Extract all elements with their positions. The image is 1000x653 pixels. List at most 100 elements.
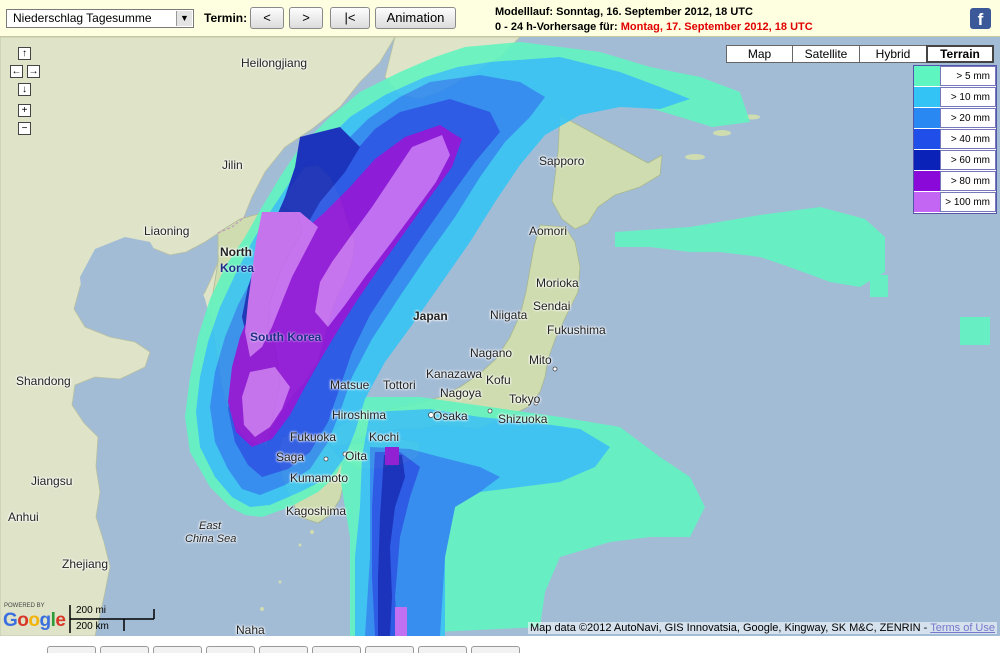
legend-label: > 10 mm (940, 87, 996, 107)
legend-row: > 20 mm (914, 108, 996, 129)
pan-down-button[interactable]: ↓ (18, 83, 31, 96)
scale-miles: 200 mi (76, 605, 107, 616)
legend-row: > 5 mm (914, 66, 996, 87)
label-japan: Japan (413, 309, 448, 323)
forecast-line: 0 - 24 h-Vorhersage für: Montag, 17. Sep… (495, 20, 813, 35)
map-type-switcher: Map Satellite Hybrid Terrain (726, 45, 994, 63)
precip-100mm-4 (395, 607, 407, 636)
pan-up-button[interactable]: ↑ (18, 47, 31, 60)
label-tokyo: Tokyo (509, 392, 541, 406)
first-button[interactable]: |< (330, 7, 370, 29)
label-matsue: Matsue (330, 378, 370, 392)
pan-right-button[interactable]: → (27, 65, 40, 78)
bottom-bar (0, 636, 1000, 653)
map-type-terrain[interactable]: Terrain (926, 45, 994, 63)
precip-5mm-patch-2 (870, 275, 888, 297)
label-nagoya: Nagoya (440, 386, 482, 400)
label-oita: Oita (345, 449, 368, 463)
bottom-tab[interactable] (47, 646, 96, 653)
map-canvas[interactable]: Heilongjiang Jilin Liaoning North Korea … (0, 37, 1000, 636)
label-north: North (220, 245, 252, 259)
map-type-satellite[interactable]: Satellite (792, 45, 860, 63)
map-type-hybrid[interactable]: Hybrid (859, 45, 927, 63)
scale-bar: 200 mi 200 km (68, 605, 155, 633)
label-east: East (199, 520, 222, 532)
previous-button[interactable]: < (250, 7, 284, 29)
label-kanazawa: Kanazawa (426, 367, 483, 381)
powered-by-text: POWERED BY (4, 603, 45, 609)
label-sapporo: Sapporo (539, 154, 585, 168)
label-kochi: Kochi (369, 430, 400, 444)
animation-button[interactable]: Animation (375, 7, 456, 29)
facebook-icon[interactable]: f (970, 8, 991, 29)
legend-label: > 100 mm (940, 192, 996, 212)
map-type-map[interactable]: Map (726, 45, 793, 63)
label-shandong: Shandong (16, 374, 71, 388)
bottom-tab[interactable] (471, 646, 520, 653)
forecast-prefix: 0 - 24 h-Vorhersage für: (495, 21, 618, 33)
label-zhejiang: Zhejiang (62, 557, 109, 571)
precip-5mm-patch (960, 317, 990, 345)
label-anhui: Anhui (8, 510, 39, 524)
legend-swatch (914, 87, 940, 107)
legend-swatch (914, 150, 940, 170)
label-morioka: Morioka (536, 276, 579, 290)
label-liaoning: Liaoning (144, 224, 190, 238)
forecast-date: Montag, 17. September 2012, 18 UTC (620, 21, 813, 33)
product-select[interactable]: Niederschlag Tagesumme ▼ (6, 9, 194, 28)
label-china-sea: China Sea (185, 533, 237, 545)
google-logo[interactable]: Google (3, 610, 66, 632)
pan-left-button[interactable]: ← (10, 65, 23, 78)
terms-of-use-link[interactable]: Terms of Use (930, 622, 995, 634)
legend-row: > 100 mm (914, 192, 996, 213)
bottom-tab[interactable] (418, 646, 467, 653)
bottom-tab[interactable] (365, 646, 414, 653)
label-saga: Saga (276, 450, 305, 464)
termin-label: Termin: (204, 11, 248, 25)
legend-swatch (914, 129, 940, 149)
zoom-in-button[interactable]: + (18, 104, 31, 117)
label-heilongjiang: Heilongjiang (241, 56, 308, 70)
chevron-down-icon[interactable]: ▼ (176, 11, 192, 26)
label-korea: Korea (220, 261, 255, 275)
legend-label: > 60 mm (940, 150, 996, 170)
next-button[interactable]: > (289, 7, 323, 29)
bottom-tab[interactable] (312, 646, 361, 653)
modelllauf-text: Modelllauf: Sonntag, 16. September 2012,… (495, 6, 753, 18)
label-tottori: Tottori (383, 378, 416, 392)
legend-swatch (914, 66, 940, 86)
label-fukushima: Fukushima (547, 323, 606, 337)
legend-swatch (914, 192, 940, 212)
label-mito: Mito (529, 353, 552, 367)
label-sendai: Sendai (533, 299, 571, 313)
label-fukuoka: Fukuoka (290, 430, 337, 444)
label-jilin: Jilin (222, 158, 243, 172)
precip-80mm-2 (385, 447, 399, 465)
run-info: Modelllauf: Sonntag, 16. September 2012,… (495, 5, 813, 35)
scale-km: 200 km (76, 621, 109, 632)
bottom-tab[interactable] (206, 646, 255, 653)
legend-label: > 40 mm (940, 129, 996, 149)
label-shizuoka: Shizuoka (498, 412, 548, 426)
legend-swatch (914, 171, 940, 191)
label-south-korea: South Korea (250, 330, 322, 344)
precipitation-legend: > 5 mm > 10 mm > 20 mm > 40 mm > 60 mm > 80 m… (913, 65, 997, 214)
label-osaka: Osaka (433, 409, 468, 423)
legend-label: > 80 mm (940, 171, 996, 191)
label-nagano: Nagano (470, 346, 513, 360)
zoom-out-button[interactable]: − (18, 122, 31, 135)
label-naha: Naha (236, 623, 265, 636)
label-kumamoto: Kumamoto (290, 471, 349, 485)
bottom-tab[interactable] (153, 646, 202, 653)
legend-label: > 20 mm (940, 108, 996, 128)
bottom-tab[interactable] (100, 646, 149, 653)
legend-row: > 40 mm (914, 129, 996, 150)
attribution-text: Map data ©2012 AutoNavi, GIS Innovatsia,… (529, 622, 928, 634)
label-jiangsu: Jiangsu (31, 474, 73, 488)
map-attribution: Map data ©2012 AutoNavi, GIS Innovatsia,… (527, 622, 997, 634)
label-kofu: Kofu (486, 373, 511, 387)
label-kagoshima: Kagoshima (286, 504, 347, 518)
legend-swatch (914, 108, 940, 128)
bottom-tab[interactable] (259, 646, 308, 653)
top-toolbar: Niederschlag Tagesumme ▼ Termin: < > |< … (0, 0, 1000, 37)
